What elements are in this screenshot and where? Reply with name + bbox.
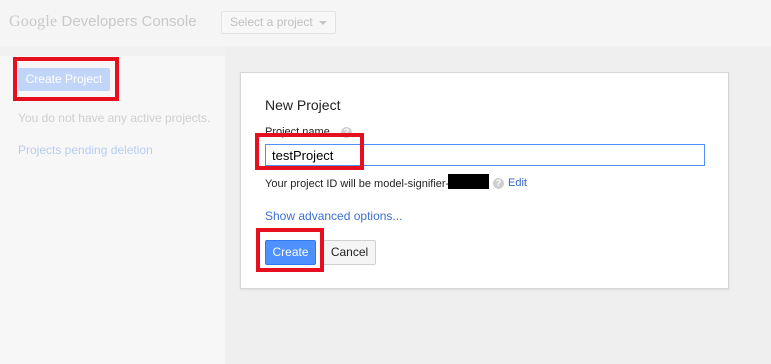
edit-project-id-link[interactable]: Edit xyxy=(508,177,527,189)
logo-google-text: Google xyxy=(9,13,58,30)
redacted-project-id xyxy=(448,174,489,189)
project-id-help-icon[interactable]: ? xyxy=(493,178,504,189)
app-logo[interactable]: Google Developers Console xyxy=(9,13,197,31)
top-bar: Google Developers Console Select a proje… xyxy=(0,0,771,46)
project-name-label: Project name xyxy=(265,126,330,138)
help-icon[interactable]: ? xyxy=(341,127,352,138)
create-project-button[interactable]: Create Project xyxy=(18,68,110,91)
projects-pending-deletion-link[interactable]: Projects pending deletion xyxy=(18,143,153,157)
create-button[interactable]: Create xyxy=(265,240,316,265)
project-select-label: Select a project xyxy=(230,15,313,29)
dialog-title: New Project xyxy=(265,97,341,113)
logo-product-text: Developers Console xyxy=(61,13,197,30)
sidebar xyxy=(0,56,225,364)
project-id-text: Your project ID will be model-signifier- xyxy=(265,178,450,190)
chevron-down-icon xyxy=(319,21,327,25)
project-name-input[interactable] xyxy=(265,144,705,166)
no-projects-message: You do not have any active projects. xyxy=(18,111,211,125)
cancel-button[interactable]: Cancel xyxy=(323,240,376,265)
project-select-dropdown[interactable]: Select a project xyxy=(221,11,336,34)
show-advanced-options-link[interactable]: Show advanced options... xyxy=(265,209,402,223)
